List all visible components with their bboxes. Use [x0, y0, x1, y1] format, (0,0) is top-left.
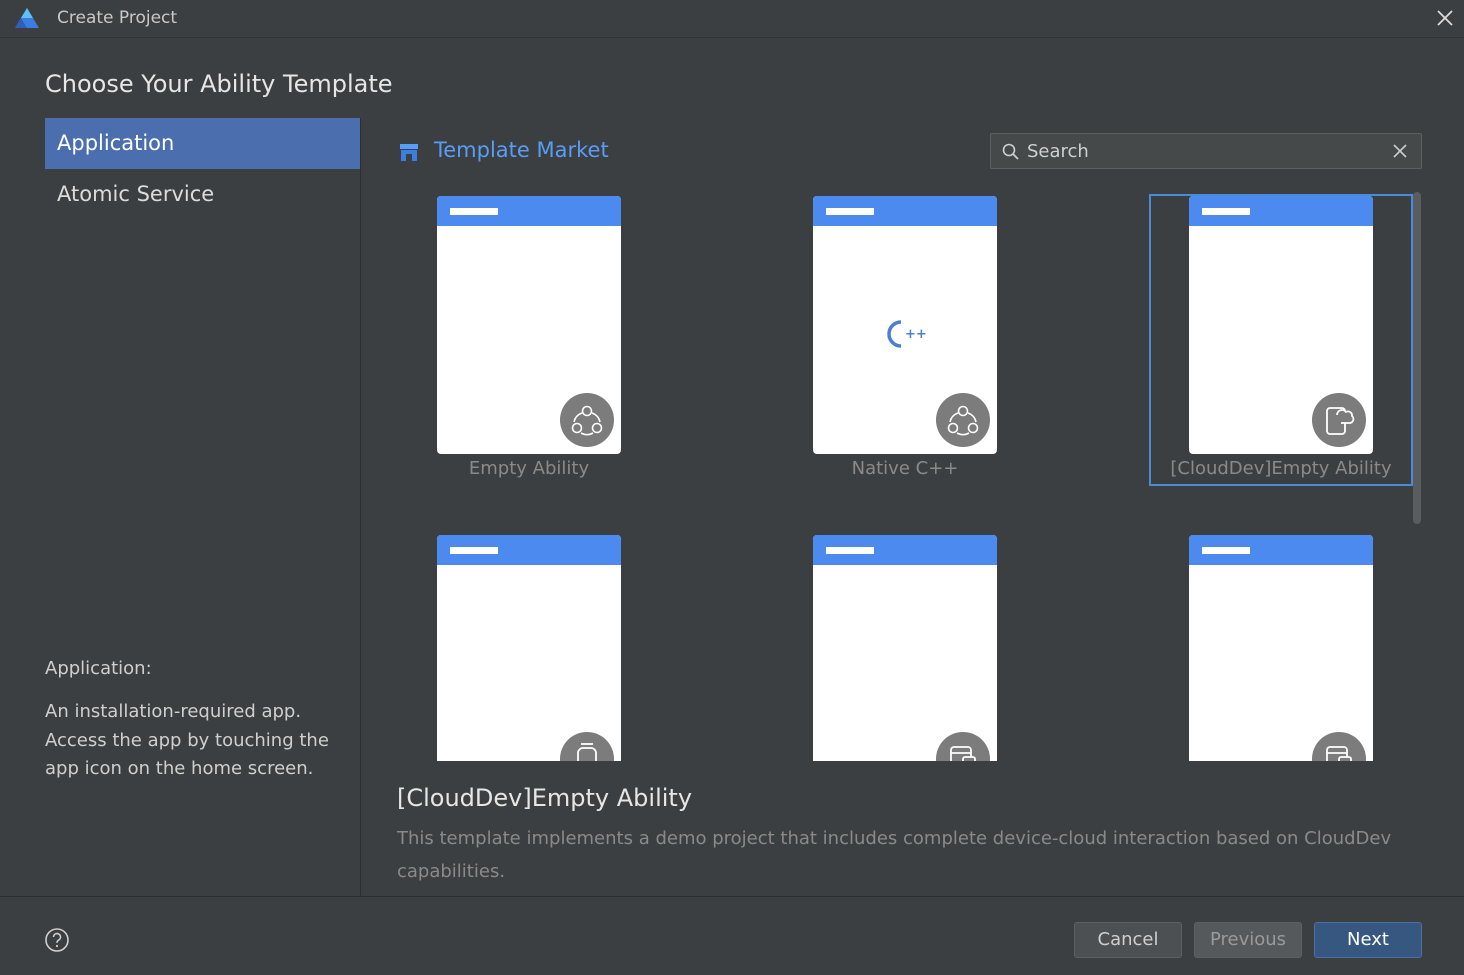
cloud-device-icon	[1312, 393, 1366, 447]
template-preview: ++	[813, 196, 997, 454]
ability-icon	[936, 393, 990, 447]
template-preview	[813, 535, 997, 761]
close-icon[interactable]	[1432, 5, 1458, 31]
template-label: Empty Ability	[468, 458, 590, 479]
help-icon[interactable]	[44, 927, 70, 953]
template-card-native-cpp[interactable]: ++ Native C++	[773, 194, 1037, 486]
template-card[interactable]	[1149, 533, 1413, 761]
preview-header	[813, 535, 997, 565]
sidebar-item-application[interactable]: Application	[45, 118, 360, 169]
cpp-icon: ++	[887, 320, 927, 348]
preview-header	[1189, 535, 1373, 565]
next-button[interactable]: Next	[1314, 922, 1422, 958]
watch-icon	[560, 732, 614, 761]
device-icon	[936, 732, 990, 761]
previous-button[interactable]: Previous	[1194, 922, 1302, 958]
template-card[interactable]	[397, 533, 661, 761]
template-card[interactable]	[773, 533, 1037, 761]
template-detail-description: This template implements a demo project …	[397, 828, 1392, 882]
preview-header	[437, 196, 621, 226]
template-label: [CloudDev]Empty Ability	[1170, 458, 1392, 479]
template-preview	[1189, 196, 1373, 454]
search-field[interactable]	[990, 133, 1422, 169]
scrollbar-thumb[interactable]	[1413, 192, 1421, 524]
template-market-link[interactable]: Template Market	[434, 138, 609, 162]
template-preview	[437, 196, 621, 454]
template-grid: Empty Ability ++ Native C++ [CloudDev]Em…	[362, 190, 1422, 761]
dialog-footer: Cancel Previous Next	[0, 896, 1464, 975]
grid-scrollbar[interactable]	[1410, 192, 1422, 761]
clear-search-icon[interactable]	[1389, 140, 1411, 162]
svg-text:++: ++	[905, 327, 927, 342]
template-card-clouddev-empty-ability[interactable]: [CloudDev]Empty Ability	[1149, 194, 1413, 486]
template-preview	[1189, 535, 1373, 761]
preview-header	[1189, 196, 1373, 226]
description-body: An installation-required app. Access the…	[45, 701, 329, 779]
window-title: Create Project	[57, 8, 178, 28]
title-bar: Create Project	[0, 0, 1464, 38]
store-icon[interactable]	[398, 141, 420, 163]
sidebar-item-atomic-service[interactable]: Atomic Service	[45, 169, 360, 220]
page-title: Choose Your Ability Template	[45, 70, 393, 98]
device-icon	[1312, 732, 1366, 761]
ability-icon	[560, 393, 614, 447]
search-icon	[1002, 143, 1019, 160]
template-label: Native C++	[851, 458, 959, 479]
preview-header	[813, 196, 997, 226]
preview-header	[437, 535, 621, 565]
deveco-logo-icon	[15, 8, 39, 28]
search-input[interactable]	[1027, 136, 1377, 166]
cancel-button[interactable]: Cancel	[1074, 922, 1182, 958]
template-detail-title: [CloudDev]Empty Ability	[397, 784, 693, 812]
template-preview	[437, 535, 621, 761]
template-card-empty-ability[interactable]: Empty Ability	[397, 194, 661, 486]
description-title: Application:	[45, 658, 152, 679]
